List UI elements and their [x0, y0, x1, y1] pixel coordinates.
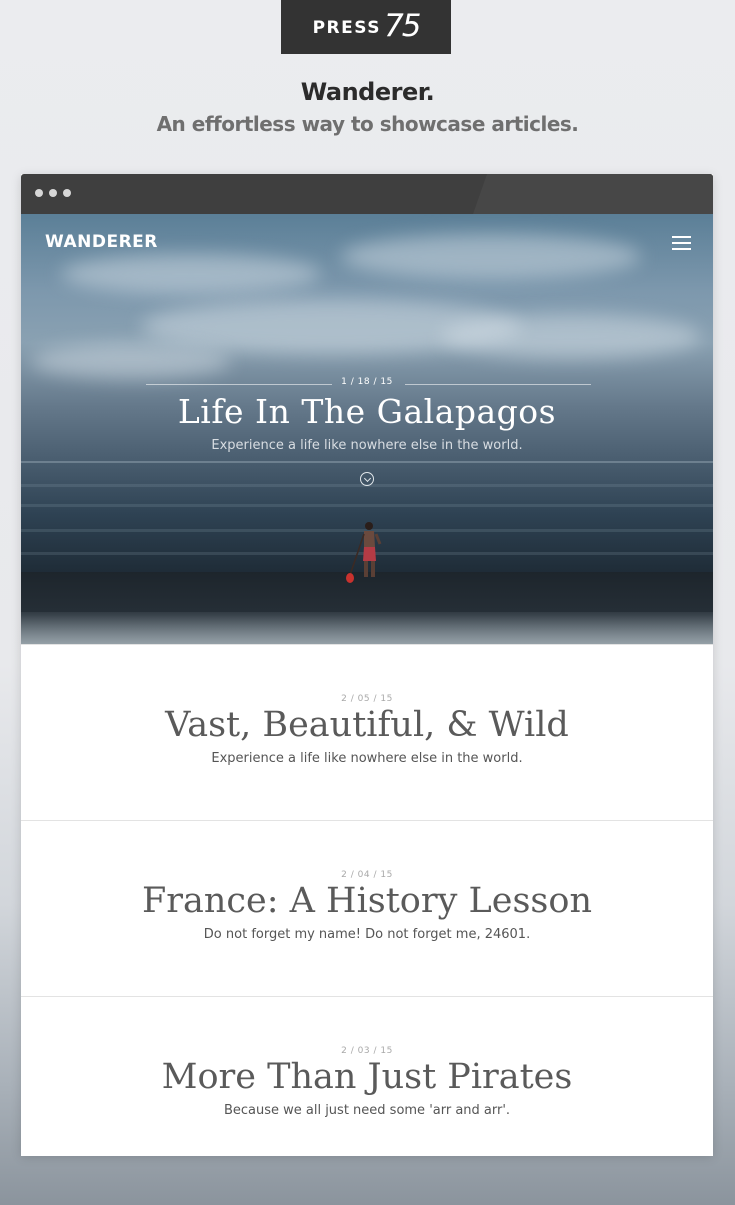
article-subtitle: Experience a life like nowhere else in t… — [211, 751, 523, 766]
article-date: 2 / 03 / 15 — [341, 1046, 393, 1056]
hero-section[interactable]: WANDERER 1 / 18 / 15 Life In The Galapag… — [21, 214, 713, 644]
article-card[interactable]: 2 / 03 / 15 More Than Just Pirates Becau… — [21, 996, 713, 1156]
hero-surf-foam — [21, 612, 713, 644]
hero-horizon — [21, 461, 713, 463]
chevron-down-circle-icon[interactable] — [360, 472, 374, 486]
hero-date: 1 / 18 / 15 — [341, 377, 393, 387]
window-dot-icon[interactable] — [49, 189, 57, 197]
hero-wave — [21, 504, 713, 507]
hero-cloud — [31, 344, 231, 379]
hero-divider-right — [405, 384, 591, 385]
article-date: 2 / 04 / 15 — [341, 870, 393, 880]
article-title[interactable]: Vast, Beautiful, & Wild — [21, 705, 713, 745]
promo-title: Wanderer. — [300, 78, 435, 106]
article-subtitle: Because we all just need some 'arr and a… — [223, 1103, 511, 1118]
browser-title-bar — [21, 174, 713, 214]
press75-logo: PRESS 75 — [281, 0, 451, 54]
window-dot-icon[interactable] — [63, 189, 71, 197]
article-subtitle: Do not forget my name! Do not forget me,… — [203, 927, 531, 942]
hero-cloud — [441, 314, 701, 359]
hero-cloud — [61, 254, 321, 294]
hero-title[interactable]: Life In The Galapagos — [21, 392, 713, 431]
paddleboarder-figure — [346, 522, 382, 583]
window-controls — [35, 189, 71, 197]
window-dot-icon[interactable] — [35, 189, 43, 197]
hero-meta: 1 / 18 / 15 — [21, 377, 713, 391]
hero-cloud — [341, 234, 641, 279]
hamburger-menu-icon[interactable] — [672, 236, 691, 250]
browser-mockup: WANDERER 1 / 18 / 15 Life In The Galapag… — [21, 174, 713, 1156]
browser-bar-highlight — [473, 174, 713, 214]
promo-subtitle: An effortless way to showcase articles. — [156, 112, 579, 136]
site-logo[interactable]: WANDERER — [45, 232, 158, 252]
article-card[interactable]: 2 / 04 / 15 France: A History Lesson Do … — [21, 820, 713, 997]
article-title[interactable]: More Than Just Pirates — [21, 1057, 713, 1097]
press-logo-word: PRESS — [312, 18, 381, 38]
press-logo-number: 75 — [383, 8, 421, 44]
article-title[interactable]: France: A History Lesson — [21, 881, 713, 921]
article-card[interactable]: 2 / 05 / 15 Vast, Beautiful, & Wild Expe… — [21, 644, 713, 821]
hero-subtitle: Experience a life like nowhere else in t… — [211, 438, 523, 453]
article-date: 2 / 05 / 15 — [341, 694, 393, 704]
